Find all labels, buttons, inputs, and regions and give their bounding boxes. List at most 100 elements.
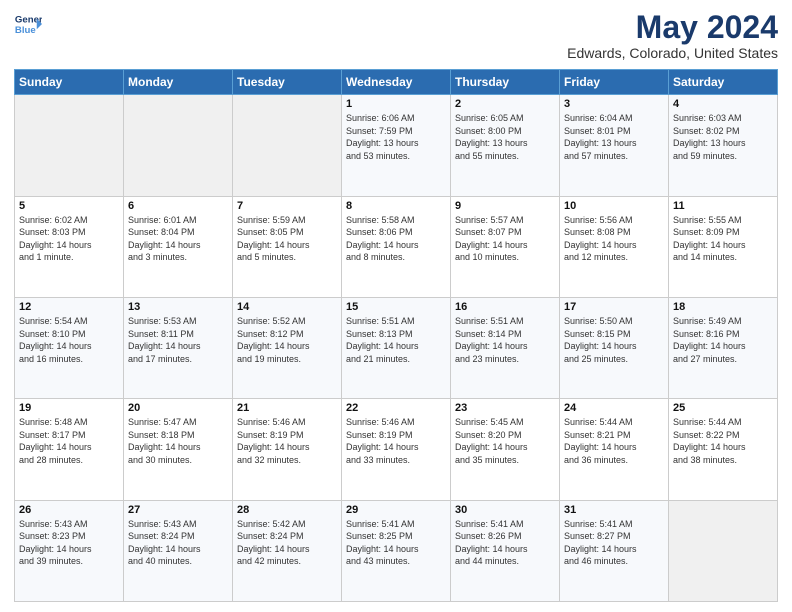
day-number: 6	[128, 200, 228, 212]
day-number: 30	[455, 504, 555, 516]
subtitle: Edwards, Colorado, United States	[567, 45, 778, 61]
weekday-header-cell: Tuesday	[233, 70, 342, 95]
day-info: Sunrise: 5:58 AM Sunset: 8:06 PM Dayligh…	[346, 214, 446, 264]
day-info: Sunrise: 5:49 AM Sunset: 8:16 PM Dayligh…	[673, 315, 773, 365]
day-info: Sunrise: 5:56 AM Sunset: 8:08 PM Dayligh…	[564, 214, 664, 264]
calendar-cell: 29 Sunrise: 5:41 AM Sunset: 8:25 PM Dayli…	[342, 500, 451, 601]
weekday-header-cell: Thursday	[451, 70, 560, 95]
day-info: Sunrise: 6:06 AM Sunset: 7:59 PM Dayligh…	[346, 112, 446, 162]
calendar-cell: 19 Sunrise: 5:48 AM Sunset: 8:17 PM Dayli…	[15, 399, 124, 500]
weekday-header-cell: Sunday	[15, 70, 124, 95]
calendar-cell: 21Sunrise: 5:46 AM Sunset: 8:19 PM Dayli…	[233, 399, 342, 500]
calendar-cell: 3Sunrise: 6:04 AM Sunset: 8:01 PM Daylig…	[560, 95, 669, 196]
calendar-week-row: 19 Sunrise: 5:48 AM Sunset: 8:17 PM Dayli…	[15, 399, 778, 500]
day-number: 26	[19, 504, 119, 516]
calendar-cell: 18 Sunrise: 5:49 AM Sunset: 8:16 PM Dayli…	[669, 297, 778, 398]
day-info: Sunrise: 5:51 AM Sunset: 8:13 PM Dayligh…	[346, 315, 446, 365]
day-info: Sunrise: 5:43 AM Sunset: 8:23 PM Dayligh…	[19, 518, 119, 568]
day-number: 22	[346, 402, 446, 414]
calendar-cell: 1 Sunrise: 6:06 AM Sunset: 7:59 PM Daylig…	[342, 95, 451, 196]
day-number: 15	[346, 301, 446, 313]
day-info: Sunrise: 6:01 AM Sunset: 8:04 PM Dayligh…	[128, 214, 228, 264]
logo-icon: General Blue	[14, 10, 42, 38]
calendar-cell: 2 Sunrise: 6:05 AM Sunset: 8:00 PM Daylig…	[451, 95, 560, 196]
calendar-cell: 11 Sunrise: 5:55 AM Sunset: 8:09 PM Dayli…	[669, 196, 778, 297]
day-number: 7	[237, 200, 337, 212]
day-info: Sunrise: 6:03 AM Sunset: 8:02 PM Dayligh…	[673, 112, 773, 162]
day-number: 4	[673, 98, 773, 110]
calendar-week-row: 1 Sunrise: 6:06 AM Sunset: 7:59 PM Daylig…	[15, 95, 778, 196]
title-block: May 2024 Edwards, Colorado, United State…	[567, 10, 778, 61]
calendar-cell: 10Sunrise: 5:56 AM Sunset: 8:08 PM Dayli…	[560, 196, 669, 297]
day-number: 3	[564, 98, 664, 110]
calendar-week-row: 12 Sunrise: 5:54 AM Sunset: 8:10 PM Dayli…	[15, 297, 778, 398]
day-number: 9	[455, 200, 555, 212]
day-info: Sunrise: 5:41 AM Sunset: 8:25 PM Dayligh…	[346, 518, 446, 568]
calendar-cell: 25 Sunrise: 5:44 AM Sunset: 8:22 PM Dayli…	[669, 399, 778, 500]
day-number: 24	[564, 402, 664, 414]
day-number: 1	[346, 98, 446, 110]
day-info: Sunrise: 6:05 AM Sunset: 8:00 PM Dayligh…	[455, 112, 555, 162]
calendar-week-row: 5 Sunrise: 6:02 AM Sunset: 8:03 PM Daylig…	[15, 196, 778, 297]
calendar-cell: 8Sunrise: 5:58 AM Sunset: 8:06 PM Daylig…	[342, 196, 451, 297]
calendar-cell: 12 Sunrise: 5:54 AM Sunset: 8:10 PM Dayli…	[15, 297, 124, 398]
day-info: Sunrise: 5:51 AM Sunset: 8:14 PM Dayligh…	[455, 315, 555, 365]
day-info: Sunrise: 5:41 AM Sunset: 8:27 PM Dayligh…	[564, 518, 664, 568]
calendar-cell: 28Sunrise: 5:42 AM Sunset: 8:24 PM Dayli…	[233, 500, 342, 601]
main-title: May 2024	[567, 10, 778, 45]
day-number: 2	[455, 98, 555, 110]
day-number: 18	[673, 301, 773, 313]
day-info: Sunrise: 5:46 AM Sunset: 8:19 PM Dayligh…	[346, 416, 446, 466]
calendar-cell: 31 Sunrise: 5:41 AM Sunset: 8:27 PM Dayli…	[560, 500, 669, 601]
day-info: Sunrise: 5:43 AM Sunset: 8:24 PM Dayligh…	[128, 518, 228, 568]
day-number: 14	[237, 301, 337, 313]
day-number: 20	[128, 402, 228, 414]
calendar-cell	[15, 95, 124, 196]
calendar-cell	[124, 95, 233, 196]
calendar-cell: 5 Sunrise: 6:02 AM Sunset: 8:03 PM Daylig…	[15, 196, 124, 297]
calendar-cell: 6 Sunrise: 6:01 AM Sunset: 8:04 PM Daylig…	[124, 196, 233, 297]
calendar-cell	[233, 95, 342, 196]
day-info: Sunrise: 6:02 AM Sunset: 8:03 PM Dayligh…	[19, 214, 119, 264]
calendar-cell: 4 Sunrise: 6:03 AM Sunset: 8:02 PM Daylig…	[669, 95, 778, 196]
day-number: 11	[673, 200, 773, 212]
day-number: 25	[673, 402, 773, 414]
day-number: 12	[19, 301, 119, 313]
day-info: Sunrise: 5:52 AM Sunset: 8:12 PM Dayligh…	[237, 315, 337, 365]
svg-text:Blue: Blue	[15, 25, 36, 36]
day-number: 29	[346, 504, 446, 516]
weekday-header-cell: Monday	[124, 70, 233, 95]
calendar-cell	[669, 500, 778, 601]
day-info: Sunrise: 5:46 AM Sunset: 8:19 PM Dayligh…	[237, 416, 337, 466]
day-info: Sunrise: 5:41 AM Sunset: 8:26 PM Dayligh…	[455, 518, 555, 568]
day-number: 19	[19, 402, 119, 414]
day-number: 31	[564, 504, 664, 516]
day-number: 27	[128, 504, 228, 516]
day-info: Sunrise: 5:50 AM Sunset: 8:15 PM Dayligh…	[564, 315, 664, 365]
day-info: Sunrise: 5:47 AM Sunset: 8:18 PM Dayligh…	[128, 416, 228, 466]
day-info: Sunrise: 5:48 AM Sunset: 8:17 PM Dayligh…	[19, 416, 119, 466]
calendar-cell: 23Sunrise: 5:45 AM Sunset: 8:20 PM Dayli…	[451, 399, 560, 500]
page: General Blue May 2024 Edwards, Colorado,…	[0, 0, 792, 612]
day-info: Sunrise: 5:42 AM Sunset: 8:24 PM Dayligh…	[237, 518, 337, 568]
weekday-header-cell: Wednesday	[342, 70, 451, 95]
calendar-cell: 16Sunrise: 5:51 AM Sunset: 8:14 PM Dayli…	[451, 297, 560, 398]
day-info: Sunrise: 5:44 AM Sunset: 8:22 PM Dayligh…	[673, 416, 773, 466]
day-info: Sunrise: 5:55 AM Sunset: 8:09 PM Dayligh…	[673, 214, 773, 264]
calendar-cell: 14 Sunrise: 5:52 AM Sunset: 8:12 PM Dayli…	[233, 297, 342, 398]
logo: General Blue	[14, 10, 42, 38]
calendar-cell: 30 Sunrise: 5:41 AM Sunset: 8:26 PM Dayli…	[451, 500, 560, 601]
day-info: Sunrise: 5:59 AM Sunset: 8:05 PM Dayligh…	[237, 214, 337, 264]
calendar-cell: 17Sunrise: 5:50 AM Sunset: 8:15 PM Dayli…	[560, 297, 669, 398]
day-info: Sunrise: 5:54 AM Sunset: 8:10 PM Dayligh…	[19, 315, 119, 365]
calendar-week-row: 26 Sunrise: 5:43 AM Sunset: 8:23 PM Dayli…	[15, 500, 778, 601]
day-number: 5	[19, 200, 119, 212]
calendar-body: 1 Sunrise: 6:06 AM Sunset: 7:59 PM Daylig…	[15, 95, 778, 602]
calendar-cell: 15 Sunrise: 5:51 AM Sunset: 8:13 PM Dayli…	[342, 297, 451, 398]
calendar-cell: 7 Sunrise: 5:59 AM Sunset: 8:05 PM Daylig…	[233, 196, 342, 297]
calendar-cell: 24Sunrise: 5:44 AM Sunset: 8:21 PM Dayli…	[560, 399, 669, 500]
calendar-cell: 9Sunrise: 5:57 AM Sunset: 8:07 PM Daylig…	[451, 196, 560, 297]
weekday-header-cell: Saturday	[669, 70, 778, 95]
calendar-cell: 20 Sunrise: 5:47 AM Sunset: 8:18 PM Dayli…	[124, 399, 233, 500]
day-info: Sunrise: 5:53 AM Sunset: 8:11 PM Dayligh…	[128, 315, 228, 365]
